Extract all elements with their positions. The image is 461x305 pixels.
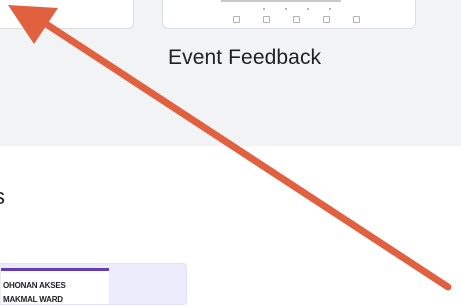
arrow-icon: [8, 5, 452, 291]
